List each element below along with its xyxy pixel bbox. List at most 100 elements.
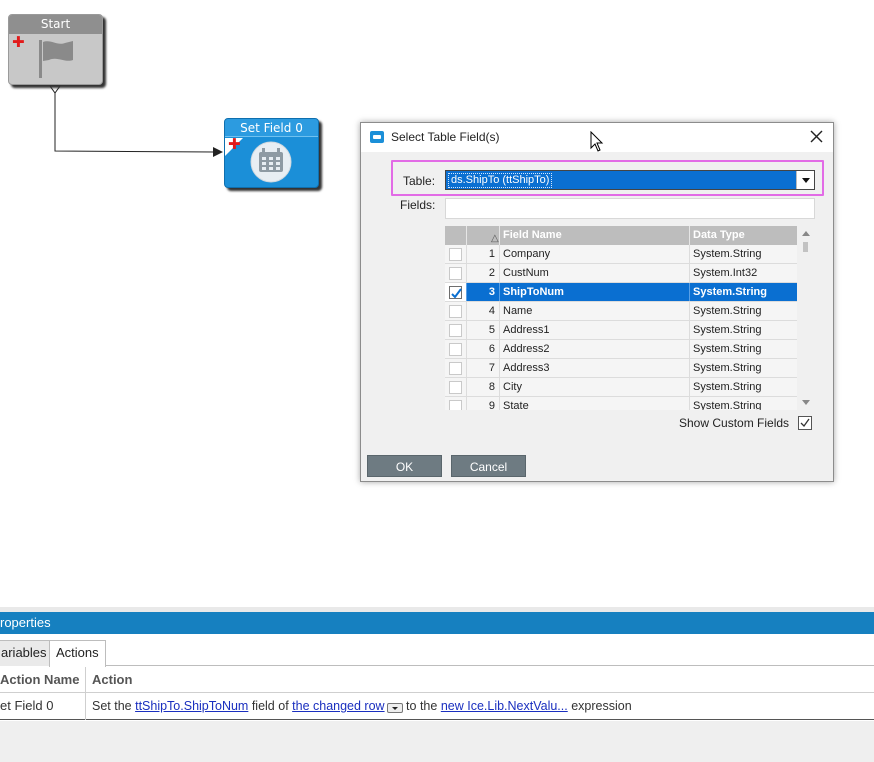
table-row[interactable]: 8 City System.String — [445, 378, 797, 397]
table-row[interactable]: 7 Address3 System.String — [445, 359, 797, 378]
row-number: 7 — [467, 359, 500, 377]
row-checkbox-cell[interactable] — [445, 340, 467, 358]
row-checkbox[interactable] — [449, 362, 462, 375]
action-description-cell: Set the ttShipTo.ShipToNum field of the … — [92, 693, 632, 719]
row-checkbox[interactable] — [449, 248, 462, 261]
table-row[interactable]: et Field 0 Set the ttShipTo.ShipToNum fi… — [0, 693, 874, 720]
flag-icon — [39, 40, 73, 78]
row-number: 8 — [467, 378, 500, 396]
properties-tabs: ariables Actions — [0, 634, 874, 667]
fields-input[interactable] — [445, 198, 815, 219]
ok-button[interactable]: OK — [367, 455, 442, 477]
row-number: 9 — [467, 397, 500, 410]
table-dropdown[interactable]: ds.ShipTo (ttShipTo) — [445, 170, 815, 190]
tab-actions[interactable]: Actions — [49, 640, 106, 667]
action-name-cell: et Field 0 — [0, 698, 54, 713]
row-data-type: System.String — [693, 343, 762, 355]
row-link[interactable]: the changed row — [292, 699, 384, 713]
scroll-down-icon[interactable] — [802, 400, 810, 405]
table-row[interactable]: 5 Address1 System.String — [445, 321, 797, 340]
header-select-column[interactable] — [445, 226, 467, 245]
row-checkbox[interactable] — [449, 324, 462, 337]
header-action-name[interactable]: Action Name — [0, 667, 79, 693]
row-checkbox[interactable] — [449, 305, 462, 318]
header-action[interactable]: Action — [92, 667, 132, 693]
table-row[interactable]: 2 CustNum System.Int32 — [445, 264, 797, 283]
calendar-icon — [250, 141, 292, 183]
row-data-type: System.String — [693, 286, 767, 298]
show-custom-fields-checkbox[interactable] — [798, 416, 812, 430]
row-field-name: Address3 — [500, 359, 690, 377]
row-checkbox[interactable] — [449, 267, 462, 280]
row-data-type: System.String — [693, 381, 762, 393]
header-number-column[interactable]: △ — [467, 226, 500, 245]
show-custom-fields-label: Show Custom Fields — [679, 416, 790, 430]
chevron-down-icon[interactable] — [386, 703, 403, 713]
expression-link[interactable]: new Ice.Lib.NextValu... — [441, 699, 568, 713]
table-row[interactable]: 1 Company System.String — [445, 245, 797, 264]
properties-title: roperties — [0, 615, 51, 630]
checkmark-icon — [800, 418, 810, 428]
add-icon[interactable]: ✚ — [12, 35, 25, 50]
action-text: expression — [567, 699, 632, 713]
table-row[interactable]: 6 Address2 System.String — [445, 340, 797, 359]
field-link[interactable]: ttShipTo.ShipToNum — [135, 699, 248, 713]
row-field-name: State — [500, 397, 690, 410]
actions-table-header: Action Name Action — [0, 667, 874, 693]
action-text: to the — [402, 699, 441, 713]
header-field-name[interactable]: Field Name — [500, 226, 690, 245]
row-field-name: City — [500, 378, 690, 396]
table-row[interactable]: 9 State System.String — [445, 397, 797, 410]
close-icon[interactable] — [808, 128, 825, 145]
chevron-down-icon[interactable] — [796, 171, 814, 189]
row-checkbox[interactable] — [449, 343, 462, 356]
table-label: Table: — [403, 174, 436, 188]
row-checkbox-cell[interactable] — [445, 283, 467, 301]
set-field-node-title: Set Field 0 — [225, 119, 318, 137]
row-checkbox-cell[interactable] — [445, 245, 467, 263]
table-dropdown-value: ds.ShipTo (ttShipTo) — [448, 173, 553, 188]
set-field-node[interactable]: Set Field 0 ✚ — [224, 118, 319, 188]
action-text: Set the — [92, 699, 136, 713]
fields-grid: △ Field Name Data Type 1 Company System.… — [445, 226, 815, 410]
row-checkbox-cell[interactable] — [445, 378, 467, 396]
row-number: 6 — [467, 340, 500, 358]
row-checkbox-cell[interactable] — [445, 264, 467, 282]
properties-title-bar: roperties — [0, 612, 874, 634]
row-number: 2 — [467, 264, 500, 282]
column-divider — [85, 667, 86, 720]
row-field-name: Address2 — [500, 340, 690, 358]
row-number: 5 — [467, 321, 500, 339]
row-data-type: System.String — [693, 305, 762, 317]
checkmark-icon — [451, 288, 462, 299]
row-checkbox[interactable] — [449, 381, 462, 394]
scroll-up-icon[interactable] — [802, 231, 810, 236]
row-checkbox-cell[interactable] — [445, 359, 467, 377]
add-icon[interactable]: ✚ — [228, 137, 241, 152]
row-checkbox-cell[interactable] — [445, 397, 467, 410]
grid-header: △ Field Name Data Type — [445, 226, 797, 245]
row-field-name: ShipToNum — [500, 283, 690, 301]
scroll-thumb[interactable] — [803, 242, 808, 252]
row-field-name: Address1 — [500, 321, 690, 339]
row-checkbox-checked[interactable] — [449, 286, 462, 299]
tab-variables[interactable]: ariables — [0, 640, 54, 666]
table-row[interactable]: 4 Name System.String — [445, 302, 797, 321]
row-field-name: Name — [500, 302, 690, 320]
row-number: 1 — [467, 245, 500, 263]
properties-empty-area — [0, 721, 874, 762]
grid-scrollbar[interactable] — [797, 226, 815, 410]
row-checkbox-cell[interactable] — [445, 302, 467, 320]
row-checkbox[interactable] — [449, 400, 462, 410]
table-row-selected[interactable]: 3 ShipToNum System.String — [445, 283, 797, 302]
row-number: 3 — [467, 283, 500, 301]
row-data-type: System.String — [693, 362, 762, 374]
header-data-type[interactable]: Data Type — [690, 226, 797, 245]
row-data-type: System.String — [693, 324, 762, 336]
action-text: field of — [248, 699, 293, 713]
row-number: 4 — [467, 302, 500, 320]
row-field-name: Company — [500, 245, 690, 263]
row-checkbox-cell[interactable] — [445, 321, 467, 339]
start-node[interactable]: Start ✚ — [8, 14, 103, 85]
cancel-button[interactable]: Cancel — [451, 455, 526, 477]
